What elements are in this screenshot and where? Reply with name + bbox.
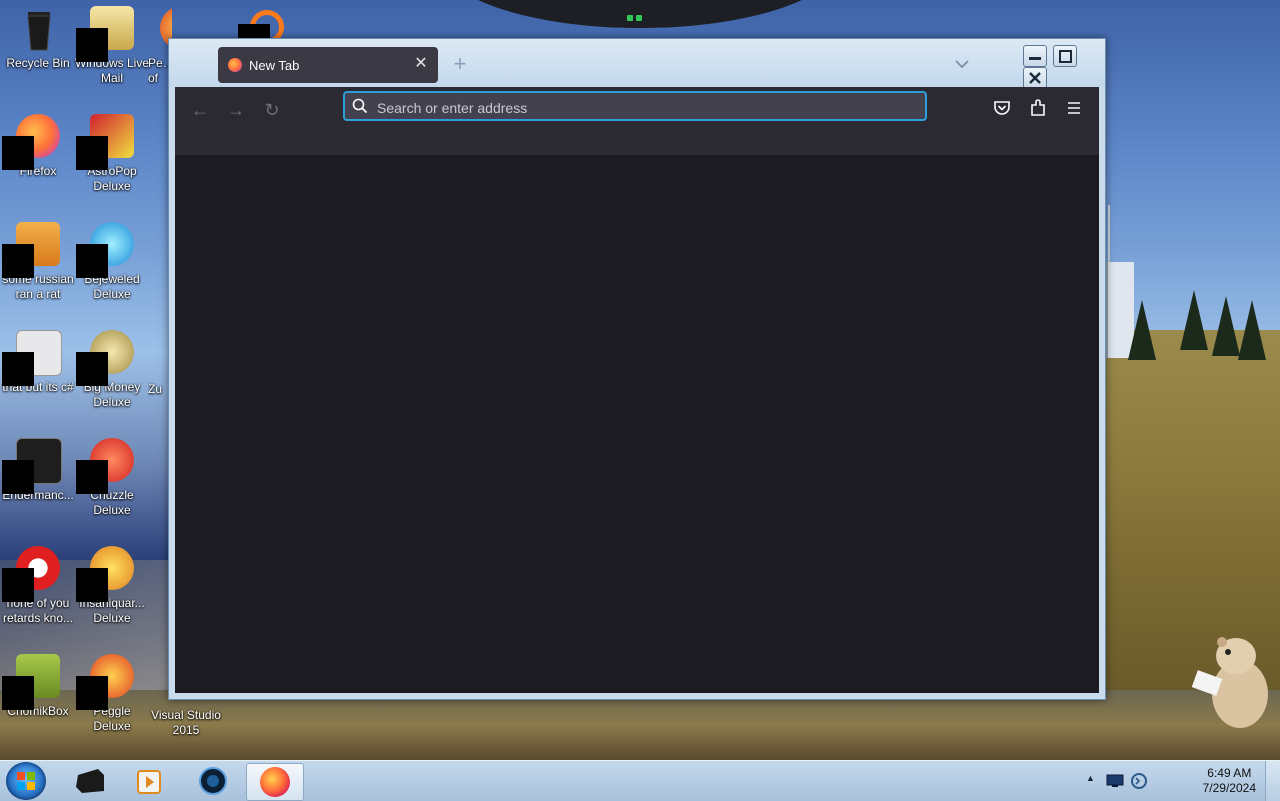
clock-time: 6:49 AM: [1207, 766, 1252, 780]
wallpaper-tree: [1128, 300, 1156, 360]
browser-window: New Tab ✕ + ← → ↻: [168, 38, 1106, 700]
peggle-icon: [76, 654, 136, 710]
desktop-icon-chomikbox[interactable]: ChomikBox: [0, 654, 76, 719]
desktop-icon-firefox[interactable]: Firefox: [0, 114, 76, 179]
maximize-button[interactable]: [1053, 45, 1078, 67]
clock[interactable]: 6:49 AM 7/29/2024: [1203, 766, 1256, 796]
minimize-button[interactable]: [1023, 45, 1047, 67]
desktop-icon-recycle-bin[interactable]: Recycle Bin: [0, 6, 76, 71]
title-bar: New Tab ✕ +: [169, 39, 1105, 89]
globe-app-icon: [199, 767, 227, 795]
terminal-icon: [2, 438, 62, 494]
desktop-icon-russian-rat[interactable]: some russian ran a rat: [0, 222, 76, 302]
navigation-toolbar: ← → ↻: [175, 87, 1099, 156]
page-content[interactable]: [175, 155, 1099, 693]
opera-icon: [2, 546, 62, 602]
firefox-icon: [260, 767, 290, 797]
show-desktop-button[interactable]: [1265, 761, 1280, 801]
wallpaper-pole: [1108, 205, 1110, 265]
money-icon: [76, 330, 136, 386]
window-controls: [1023, 45, 1105, 89]
desktop-icon-big-money[interactable]: Big Money Deluxe: [74, 330, 150, 410]
desktop-icon-label: Visual Studio 2015: [151, 708, 221, 737]
desktop-icon-csharp[interactable]: that but its c#: [0, 330, 76, 395]
taskbar-item-globe-app[interactable]: [186, 763, 242, 799]
start-button[interactable]: [6, 762, 46, 800]
desktop-icon-insaniquarium[interactable]: Insaniquar... Deluxe: [74, 546, 150, 626]
reload-button[interactable]: ↻: [259, 97, 285, 123]
chuzzle-icon: [76, 438, 136, 494]
gem-icon: [76, 222, 136, 278]
address-input[interactable]: [375, 96, 919, 120]
status-indicator-dots: [627, 8, 653, 21]
network-icon[interactable]: [1106, 773, 1124, 789]
back-button[interactable]: ←: [187, 97, 213, 123]
desktop-icon-label: Recycle Bin: [6, 56, 70, 70]
extensions-icon[interactable]: [1027, 97, 1049, 119]
file-stack-icon: [2, 330, 62, 386]
forward-button[interactable]: →: [223, 97, 249, 123]
taskbar-item-app[interactable]: [62, 763, 118, 799]
desktop-icon-none-of-you[interactable]: none of you retards kno...: [0, 546, 76, 626]
clock-date: 7/29/2024: [1202, 781, 1256, 795]
taskbar-item-media-player[interactable]: [122, 763, 178, 799]
recycle-bin-icon: [14, 6, 62, 54]
list-all-tabs-chevron-down-icon[interactable]: [953, 55, 971, 73]
close-button[interactable]: [1023, 67, 1047, 89]
pocket-icon[interactable]: [991, 97, 1013, 119]
wallpaper-tree: [1238, 300, 1266, 360]
volume-icon[interactable]: [1130, 772, 1148, 790]
media-player-icon: [137, 770, 161, 794]
game-icon: [76, 114, 136, 170]
url-bar[interactable]: [343, 91, 927, 121]
bookmarks-toolbar: [175, 131, 1099, 156]
hamster-box-icon: [2, 654, 62, 710]
system-tray: ▲ 6:49 AM 7/29/2024: [1086, 761, 1280, 801]
fish-icon: [76, 546, 136, 602]
desktop-icon-peggle[interactable]: Peggle Deluxe: [74, 654, 150, 734]
mail-icon: [76, 6, 136, 62]
wallpaper-tree: [1212, 296, 1240, 356]
desktop-icon-astropop[interactable]: AstroPop Deluxe: [74, 114, 150, 194]
document-icon: [2, 222, 62, 278]
tab-label: New Tab: [249, 58, 300, 73]
desktop-icon-bejeweled[interactable]: Bejeweled Deluxe: [74, 222, 150, 302]
windows-logo-icon: [17, 772, 35, 790]
show-hidden-icons-button[interactable]: ▲: [1086, 773, 1095, 783]
new-tab-button[interactable]: +: [449, 53, 471, 75]
desktop-icon-endermanch[interactable]: Endermanc...: [0, 438, 76, 503]
taskbar-item-firefox[interactable]: [246, 763, 304, 801]
firefox-logo-icon: [228, 58, 242, 72]
firefox-icon: [2, 114, 62, 170]
desktop-icon-chuzzle[interactable]: Chuzzle Deluxe: [74, 438, 150, 518]
search-icon: [352, 98, 368, 114]
wallpaper-tree: [1180, 290, 1208, 350]
menu-icon[interactable]: [1063, 97, 1085, 119]
desktop-icon-windows-live-mail[interactable]: Windows Live Mail: [74, 6, 150, 86]
hamster-mascot[interactable]: [1191, 630, 1272, 730]
tab-close-icon[interactable]: ✕: [412, 55, 430, 73]
app-icon: [76, 769, 104, 793]
tab-new-tab[interactable]: New Tab ✕: [218, 47, 438, 83]
taskbar: ▲ 6:49 AM 7/29/2024: [0, 760, 1280, 801]
